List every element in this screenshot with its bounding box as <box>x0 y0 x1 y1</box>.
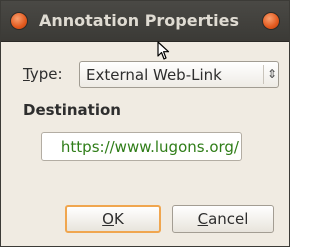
maximize-icon[interactable] <box>262 12 280 30</box>
chevron-updown-icon: ⇕ <box>262 65 277 84</box>
destination-input[interactable] <box>41 132 242 161</box>
cancel-button[interactable]: Cancel <box>172 205 274 233</box>
type-label: Type: <box>23 65 63 83</box>
title-bar[interactable]: Annotation Properties <box>1 1 289 42</box>
annotation-properties-dialog: Annotation Properties Type: External Web… <box>0 0 290 247</box>
close-icon[interactable] <box>10 12 28 30</box>
type-select-value: External Web-Link <box>86 66 222 84</box>
ok-button[interactable]: OK <box>65 205 161 233</box>
window-title: Annotation Properties <box>39 11 239 30</box>
destination-heading: Destination <box>23 101 121 119</box>
mouse-pointer-icon <box>157 41 170 60</box>
type-select[interactable]: External Web-Link ⇕ <box>79 61 279 88</box>
